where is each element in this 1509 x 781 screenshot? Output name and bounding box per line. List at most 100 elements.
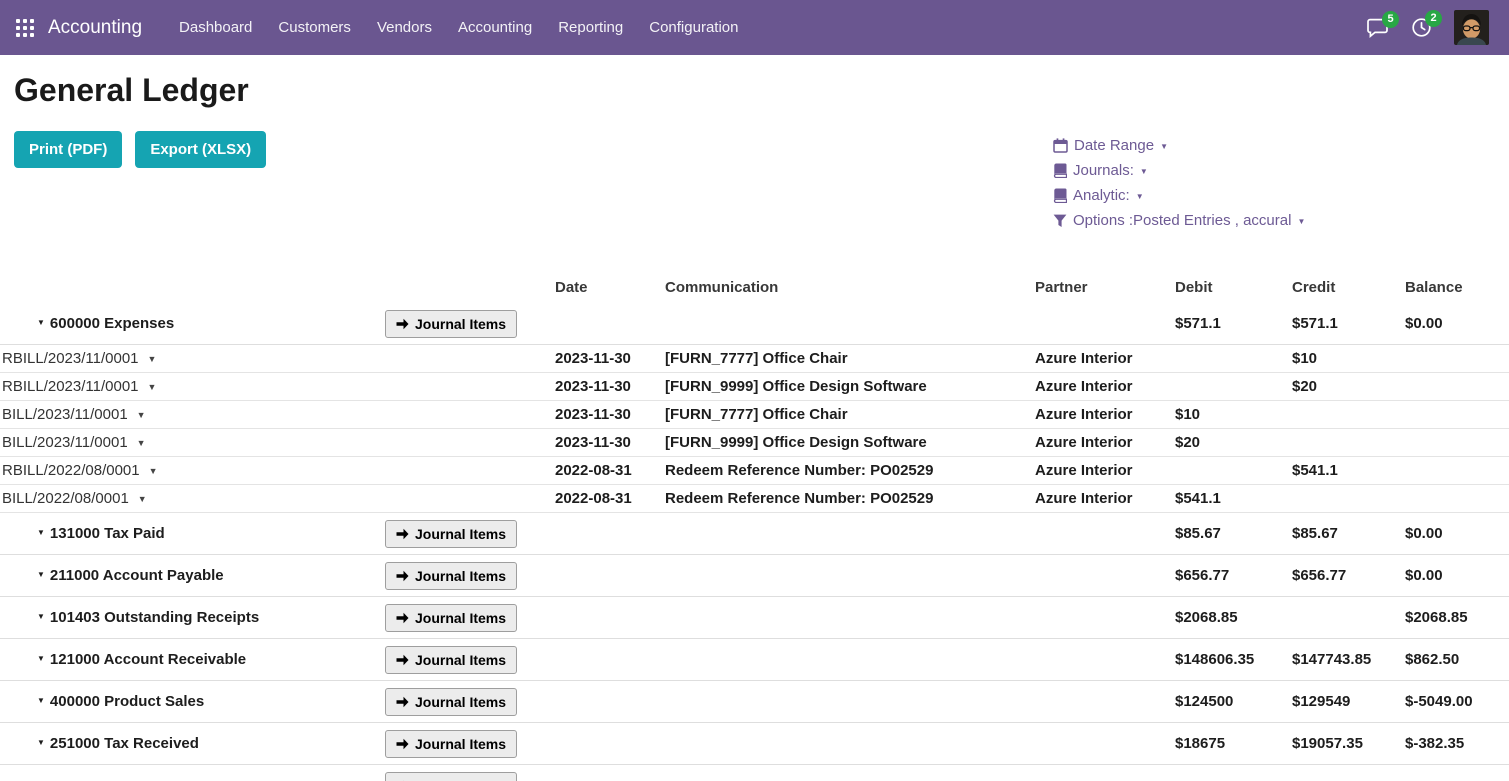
account-name: 400000 Product Sales (50, 693, 204, 710)
line-credit: $10 (1292, 350, 1405, 367)
line-communication: Redeem Reference Number: PO02529 (665, 462, 1035, 479)
menu-item-vendors[interactable]: Vendors (364, 0, 445, 55)
group-credit: $147743.85 (1292, 651, 1405, 668)
move-name: BILL/2023/11/0001 (2, 406, 128, 423)
collapse-caret-icon[interactable]: ▼ (37, 612, 45, 621)
account-name: 121000 Account Receivable (50, 651, 246, 668)
chevron-down-icon: ▼ (1297, 217, 1305, 226)
activities-clock-icon[interactable]: 2 (1411, 17, 1432, 38)
move-dropdown-caret-icon[interactable]: ▼ (138, 494, 147, 504)
account-name: 211000 Account Payable (50, 567, 224, 584)
activities-badge: 2 (1425, 10, 1442, 27)
col-header-date: Date (555, 279, 665, 296)
print-pdf-button[interactable]: Print (PDF) (14, 131, 122, 168)
move-dropdown-caret-icon[interactable]: ▼ (148, 354, 157, 364)
journal-line-row: BILL/2023/11/0001 ▼ 2023-11-30 [FURN_999… (0, 429, 1509, 457)
journal-items-button[interactable]: Journal Items (385, 772, 517, 781)
line-debit: $20 (1175, 434, 1292, 451)
move-dropdown-caret-icon[interactable]: ▼ (149, 466, 158, 476)
journal-items-button[interactable]: Journal Items (385, 562, 517, 590)
journal-items-button[interactable]: Journal Items (385, 520, 517, 548)
app-title[interactable]: Accounting (48, 17, 142, 39)
journal-items-button[interactable]: Journal Items (385, 688, 517, 716)
export-xlsx-button[interactable]: Export (XLSX) (135, 131, 266, 168)
chevron-down-icon: ▼ (1136, 192, 1144, 201)
account-group-row: ▼ 251000 Tax Received Journal Items $186… (0, 723, 1509, 765)
account-group-row: ▼ Journal Items (0, 765, 1509, 781)
chevron-down-icon: ▼ (1140, 167, 1148, 176)
user-avatar[interactable] (1454, 10, 1489, 45)
line-communication: [FURN_7777] Office Chair (665, 350, 1035, 367)
group-balance: $0.00 (1405, 315, 1509, 332)
collapse-caret-icon[interactable]: ▼ (37, 570, 45, 579)
move-dropdown-caret-icon[interactable]: ▼ (148, 382, 157, 392)
line-partner: Azure Interior (1035, 406, 1175, 423)
journal-icon (1053, 188, 1067, 203)
main-menu: Dashboard Customers Vendors Accounting R… (166, 0, 751, 55)
arrow-right-icon (396, 654, 409, 666)
menu-item-dashboard[interactable]: Dashboard (166, 0, 265, 55)
journal-line-row: RBILL/2023/11/0001 ▼ 2023-11-30 [FURN_99… (0, 373, 1509, 401)
line-communication: [FURN_7777] Office Chair (665, 406, 1035, 423)
move-dropdown-caret-icon[interactable]: ▼ (137, 438, 146, 448)
calendar-icon (1053, 138, 1068, 153)
filter-journals[interactable]: Journals: ▼ (1053, 158, 1305, 183)
account-name: 101403 Outstanding Receipts (50, 609, 259, 626)
filter-funnel-icon (1053, 214, 1067, 228)
group-credit: $129549 (1292, 693, 1405, 710)
journal-line-row: RBILL/2023/11/0001 ▼ 2023-11-30 [FURN_77… (0, 345, 1509, 373)
arrow-right-icon (396, 570, 409, 582)
collapse-caret-icon[interactable]: ▼ (37, 738, 45, 747)
journal-items-label: Journal Items (415, 610, 506, 626)
group-balance: $862.50 (1405, 651, 1509, 668)
group-balance: $-5049.00 (1405, 693, 1509, 710)
journal-items-button[interactable]: Journal Items (385, 730, 517, 758)
group-debit: $124500 (1175, 693, 1292, 710)
journal-line-row: BILL/2023/11/0001 ▼ 2023-11-30 [FURN_777… (0, 401, 1509, 429)
line-communication: [FURN_9999] Office Design Software (665, 378, 1035, 395)
journal-line-row: RBILL/2022/08/0001 ▼ 2022-08-31 Redeem R… (0, 457, 1509, 485)
group-balance: $0.00 (1405, 567, 1509, 584)
journal-icon (1053, 163, 1067, 178)
account-group-row: ▼ 131000 Tax Paid Journal Items $85.67 $… (0, 513, 1509, 555)
journal-items-label: Journal Items (415, 736, 506, 752)
filter-label: Date Range (1074, 137, 1154, 154)
group-debit: $571.1 (1175, 315, 1292, 332)
line-partner: Azure Interior (1035, 462, 1175, 479)
line-debit: $10 (1175, 406, 1292, 423)
group-debit: $18675 (1175, 735, 1292, 752)
line-communication: Redeem Reference Number: PO02529 (665, 490, 1035, 507)
messages-icon[interactable]: 5 (1366, 18, 1389, 38)
line-date: 2022-08-31 (555, 462, 665, 479)
line-partner: Azure Interior (1035, 378, 1175, 395)
collapse-caret-icon[interactable]: ▼ (37, 654, 45, 663)
line-date: 2022-08-31 (555, 490, 665, 507)
move-dropdown-caret-icon[interactable]: ▼ (137, 410, 146, 420)
group-credit: $85.67 (1292, 525, 1405, 542)
account-group-row: ▼ 600000 Expenses Journal Items $571.1 $… (0, 303, 1509, 345)
move-name: RBILL/2023/11/0001 (2, 350, 139, 367)
journal-items-label: Journal Items (415, 526, 506, 542)
menu-item-customers[interactable]: Customers (265, 0, 364, 55)
line-debit: $541.1 (1175, 490, 1292, 507)
arrow-right-icon (396, 318, 409, 330)
filter-options[interactable]: Options :Posted Entries , accural ▼ (1053, 208, 1305, 233)
arrow-right-icon (396, 612, 409, 624)
menu-item-configuration[interactable]: Configuration (636, 0, 751, 55)
collapse-caret-icon[interactable]: ▼ (37, 696, 45, 705)
collapse-caret-icon[interactable]: ▼ (37, 318, 45, 327)
apps-grid-icon[interactable] (16, 19, 34, 37)
menu-item-accounting[interactable]: Accounting (445, 0, 545, 55)
journal-items-button[interactable]: Journal Items (385, 604, 517, 632)
filter-analytic[interactable]: Analytic: ▼ (1053, 183, 1305, 208)
group-debit: $148606.35 (1175, 651, 1292, 668)
col-header-credit: Credit (1292, 279, 1405, 296)
collapse-caret-icon[interactable]: ▼ (37, 528, 45, 537)
col-header-balance: Balance (1405, 279, 1509, 296)
account-name: 600000 Expenses (50, 315, 174, 332)
filter-date-range[interactable]: Date Range ▼ (1053, 133, 1305, 158)
journal-items-button[interactable]: Journal Items (385, 646, 517, 674)
account-group-row: ▼ 121000 Account Receivable Journal Item… (0, 639, 1509, 681)
menu-item-reporting[interactable]: Reporting (545, 0, 636, 55)
journal-items-button[interactable]: Journal Items (385, 310, 517, 338)
